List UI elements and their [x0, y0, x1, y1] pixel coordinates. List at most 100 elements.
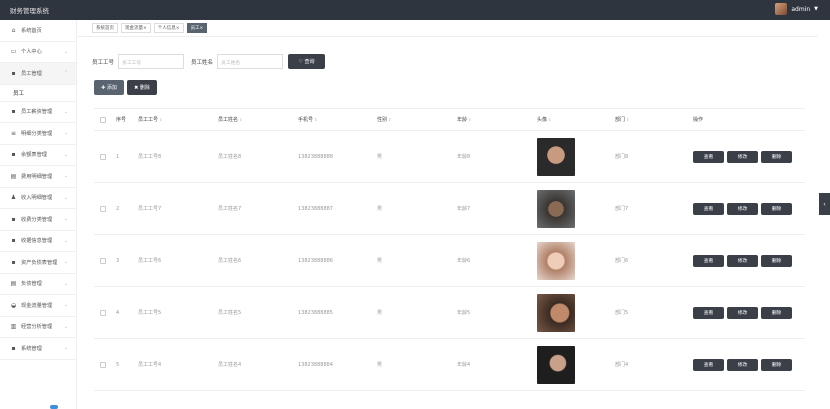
avatar: [775, 3, 788, 15]
collapse-handle[interactable]: ‹: [819, 193, 830, 215]
add-button[interactable]: ✚ 添加: [94, 80, 124, 95]
chevron-down-icon: ⌄: [63, 194, 68, 201]
sidebar-item-employee[interactable]: ▪ 员工管理 ⌃: [0, 63, 76, 85]
cell-no: 4: [116, 309, 120, 316]
employee-name-input[interactable]: 员工姓名: [217, 54, 284, 69]
tab-cashflow[interactable]: 现金流量×: [121, 23, 151, 33]
grid-icon: ▪: [11, 151, 16, 159]
cell-id: 员工工号5: [138, 310, 162, 316]
cell-sex: 男: [377, 310, 383, 316]
sidebar-item-label: 员工管理: [21, 70, 42, 77]
query-button[interactable]: ♡ 查询: [288, 54, 326, 69]
sidebar-item-home[interactable]: ⌂ 系统首页: [0, 20, 76, 42]
sidebar-item-label: 现金流量管理: [21, 302, 53, 309]
cell-dept: 部门4: [615, 362, 629, 368]
employee-id-input[interactable]: 员工工号: [118, 54, 185, 69]
row-delete-button[interactable]: 删除: [761, 202, 792, 215]
grid-icon: ▪: [11, 69, 16, 77]
row-checkbox[interactable]: [100, 309, 106, 316]
edit-button[interactable]: 修改: [727, 358, 758, 371]
view-button[interactable]: 查看: [693, 202, 724, 215]
row-delete-button[interactable]: 删除: [761, 254, 792, 267]
table-row: 1 员工工号8 员工姓名8 13823888888 男 年龄8 部门8 查看 修…: [94, 131, 805, 183]
header-age[interactable]: 年龄⇕: [457, 116, 537, 123]
view-button[interactable]: 查看: [693, 254, 724, 267]
header-no: 序号: [116, 117, 127, 123]
sidebar-item-profile[interactable]: ▭ 个人中心 ⌄: [0, 42, 76, 63]
sidebar-item-debt[interactable]: ▤ 负债管理 ⌄: [0, 274, 76, 295]
sidebar-item-label: 系统首页: [21, 27, 42, 34]
sidebar-item-receipt[interactable]: ▪ 收据信息管理 ⌄: [0, 231, 76, 252]
edit-button[interactable]: 修改: [727, 202, 758, 215]
main-content: 系统首页 现金流量× 个人信息× 员工× 员工工号 员工工号 员工姓名 员工姓名…: [78, 20, 818, 409]
header-name[interactable]: 员工姓名⇕: [218, 116, 298, 123]
sidebar-item-balance[interactable]: ▪ 余额表管理 ⌄: [0, 145, 76, 166]
employee-photo[interactable]: [537, 293, 575, 332]
person-icon: ♟: [10, 194, 17, 202]
sidebar-item-expense[interactable]: ▤ 费用明细管理 ⌄: [0, 166, 76, 188]
employee-photo[interactable]: [537, 241, 575, 280]
view-button[interactable]: 查看: [693, 150, 724, 163]
tab-employee[interactable]: 员工×: [186, 23, 208, 33]
cell-name: 员工姓名7: [218, 206, 242, 212]
action-bar: ✚ 添加 ✖ 删除: [94, 80, 157, 95]
row-delete-button[interactable]: 删除: [761, 306, 792, 319]
sidebar-item-label: 余额表管理: [21, 152, 47, 159]
header-label: 部门: [615, 117, 626, 123]
cell-name: 员工姓名4: [218, 362, 242, 368]
chevron-down-icon: ⌄: [63, 151, 68, 158]
sort-icon: ⇕: [159, 117, 163, 122]
header-label: 头像: [537, 117, 548, 123]
employee-photo[interactable]: [537, 137, 575, 176]
sort-icon: ⇕: [548, 117, 552, 122]
top-bar: 财务管理系统 admin ▼: [0, 0, 830, 20]
cell-no: 3: [116, 257, 120, 264]
grid-icon: ▪: [11, 344, 16, 352]
sidebar-item-charge[interactable]: ▪ 收费分类管理 ⌄: [0, 209, 76, 231]
edit-button[interactable]: 修改: [727, 150, 758, 163]
header-head[interactable]: 头像⇕: [537, 116, 615, 123]
scroll-indicator: [50, 405, 58, 409]
employee-photo[interactable]: [537, 345, 575, 384]
chart-icon: ▥: [10, 323, 17, 331]
sidebar-subitem-employee[interactable]: 员工: [0, 84, 76, 102]
sidebar-item-analysis[interactable]: ▥ 经营分析管理 ⌄: [0, 317, 76, 338]
doc-icon: ▤: [10, 172, 17, 180]
sidebar-item-system[interactable]: ▪ 系统管理 ⌄: [0, 338, 76, 360]
row-checkbox[interactable]: [100, 153, 106, 160]
sidebar-item-income[interactable]: ♟ 收入明细管理 ⌄: [0, 188, 76, 209]
grid-icon: ▪: [11, 108, 16, 116]
cell-age: 年龄5: [457, 310, 471, 316]
edit-button[interactable]: 修改: [727, 254, 758, 267]
row-checkbox[interactable]: [100, 257, 106, 264]
sidebar-item-category[interactable]: ≡ 明细分类管理 ⌄: [0, 123, 76, 145]
user-menu[interactable]: admin ▼: [775, 3, 818, 15]
sort-icon: ⇕: [626, 117, 630, 122]
header-sex[interactable]: 性别⇕: [377, 116, 457, 123]
employee-photo[interactable]: [537, 189, 575, 228]
search-bar: 员工工号 员工工号 员工姓名 员工姓名 ♡ 查询: [92, 54, 326, 69]
sort-icon: ⇕: [314, 117, 318, 122]
chevron-down-icon: ⌄: [63, 302, 68, 309]
row-delete-button[interactable]: 删除: [761, 150, 792, 163]
select-all-checkbox[interactable]: [100, 116, 106, 123]
sidebar-item-cashflow[interactable]: ◒ 现金流量管理 ⌄: [0, 295, 76, 317]
row-delete-button[interactable]: 删除: [761, 358, 792, 371]
tab-home[interactable]: 系统首页: [92, 23, 118, 33]
tab-profile[interactable]: 个人信息×: [153, 23, 184, 33]
header-phone[interactable]: 手机号⇕: [298, 116, 377, 123]
cell-no: 2: [116, 205, 120, 212]
sidebar-item-salary[interactable]: ▪ 员工薪资管理 ⌄: [0, 102, 76, 123]
table-row: 5 员工工号4 员工姓名4 13823888884 男 年龄4 部门4 查看 修…: [94, 339, 805, 391]
row-checkbox[interactable]: [100, 361, 106, 368]
sidebar-item-assets[interactable]: ▪ 资产负债表管理 ⌄: [0, 252, 76, 274]
sidebar-item-label: 费用明细管理: [21, 173, 53, 180]
row-checkbox[interactable]: [100, 205, 106, 212]
header-dept[interactable]: 部门⇕: [615, 116, 693, 123]
header-id[interactable]: 员工工号⇕: [138, 116, 218, 123]
edit-button[interactable]: 修改: [727, 306, 758, 319]
view-button[interactable]: 查看: [693, 306, 724, 319]
view-button[interactable]: 查看: [693, 358, 724, 371]
cell-phone: 13823888888: [298, 153, 333, 160]
delete-button[interactable]: ✖ 删除: [127, 80, 157, 95]
